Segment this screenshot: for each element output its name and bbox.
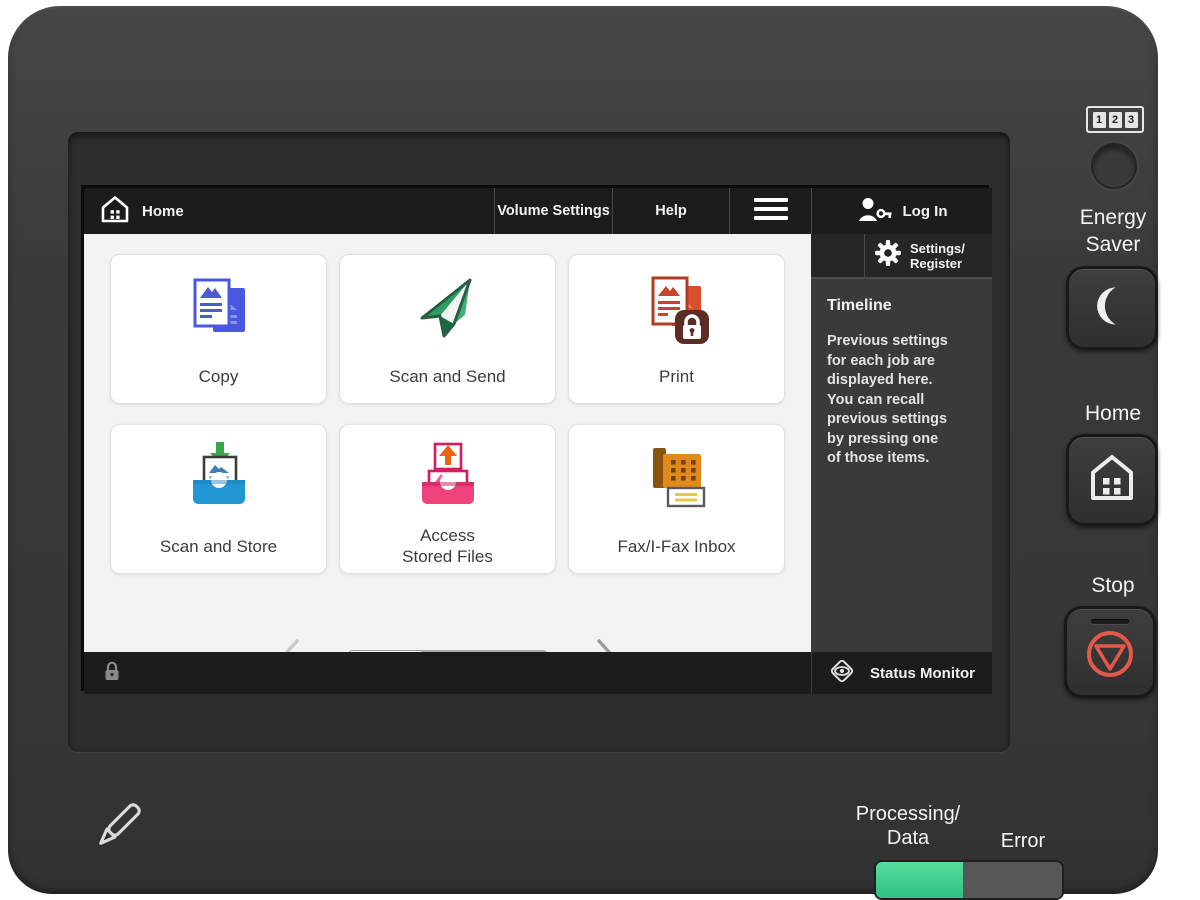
top-bar-spacer [184, 188, 494, 234]
screen-top-bar: Home Volume Settings Help [84, 188, 992, 234]
lock-icon [102, 660, 122, 687]
timeline-title: Timeline [827, 297, 978, 315]
home-icon [100, 194, 130, 229]
volume-settings-label: Volume Settings [497, 203, 610, 219]
indicator-led-bar [874, 860, 1064, 900]
screen-title: Home [142, 203, 184, 220]
timeline-panel: Timeline Previous settings for each job … [811, 279, 992, 469]
home-button-label: Home [1048, 400, 1178, 427]
copy-documents-icon [179, 255, 259, 350]
settings-row-blank-cell [811, 234, 865, 277]
round-indicator-button[interactable] [1091, 143, 1137, 189]
help-button[interactable]: Help [612, 188, 729, 234]
tile-copy[interactable]: Copy [110, 254, 327, 404]
screen-status-bar: Status Monitor [84, 652, 992, 694]
timeline-description: Previous settings for each job are displ… [827, 332, 978, 469]
timeline-sidebar: Settings/ Register Timeline Previous set… [811, 234, 992, 652]
login-user-key-icon [857, 196, 893, 227]
energy-saver-button[interactable] [1066, 266, 1158, 350]
home-hardware-button[interactable] [1066, 434, 1158, 526]
help-label: Help [655, 203, 686, 219]
home-indicator: Home [84, 188, 184, 234]
energy-saver-label: Energy Saver [1048, 204, 1178, 258]
settings-register-button[interactable]: Settings/ Register [865, 234, 992, 277]
error-label: Error [983, 828, 1063, 855]
scan-store-tray-icon [179, 425, 259, 520]
fax-machine-icon [637, 425, 717, 520]
tile-label: Scan and Store [160, 520, 277, 573]
stylus-pen-icon [80, 792, 152, 869]
device-body: Home Volume Settings Help [8, 6, 1158, 894]
tile-scan-and-send[interactable]: Scan and Send [339, 254, 556, 404]
settings-row: Settings/ Register [811, 234, 992, 279]
tile-label: Scan and Send [389, 350, 505, 403]
settings-register-label: Settings/ Register [910, 241, 965, 271]
stop-button[interactable] [1064, 606, 1156, 698]
tile-fax-inbox[interactable]: Fax/I-Fax Inbox [568, 424, 785, 574]
tile-print[interactable]: Print [568, 254, 785, 404]
paper-plane-icon [408, 255, 488, 350]
status-monitor-label: Status Monitor [870, 665, 975, 682]
tile-label: Access Stored Files [402, 520, 493, 573]
home-screen-main: Copy Scan and Send [84, 234, 811, 652]
secure-print-documents-icon [637, 255, 717, 350]
house-icon [1085, 451, 1139, 510]
tile-label: Copy [199, 350, 239, 403]
volume-settings-button[interactable]: Volume Settings [494, 188, 612, 234]
moon-icon [1086, 280, 1138, 337]
processing-data-label: Processing/ Data [826, 802, 990, 850]
tile-scan-and-store[interactable]: Scan and Store [110, 424, 327, 574]
tile-label: Print [659, 350, 694, 403]
tile-access-stored-files[interactable]: Access Stored Files [339, 424, 556, 574]
badge-digit: 1 [1093, 112, 1106, 128]
status-monitor-button[interactable]: Status Monitor [811, 652, 992, 694]
login-label: Log In [903, 203, 948, 220]
menu-button[interactable] [729, 188, 811, 234]
badge-digit: 3 [1125, 112, 1138, 128]
stop-icon [1082, 626, 1138, 687]
badge-digit: 2 [1109, 112, 1122, 128]
stored-files-tray-icon [408, 425, 488, 520]
touchscreen: Home Volume Settings Help [81, 185, 989, 691]
error-led [963, 862, 1062, 898]
printer-control-panel: Home Volume Settings Help [0, 0, 1200, 900]
tile-grid: Copy Scan and Send [84, 234, 811, 574]
gear-icon [873, 238, 903, 273]
stop-button-label: Stop [1048, 572, 1178, 599]
processing-data-led [876, 862, 963, 898]
tile-label: Fax/I-Fax Inbox [617, 520, 735, 573]
login-button[interactable]: Log In [811, 188, 992, 234]
numeric-keypad-badge: 1 2 3 [1086, 106, 1144, 133]
hamburger-icon [754, 198, 788, 224]
stop-button-led [1091, 619, 1129, 624]
status-monitor-icon [826, 655, 858, 692]
